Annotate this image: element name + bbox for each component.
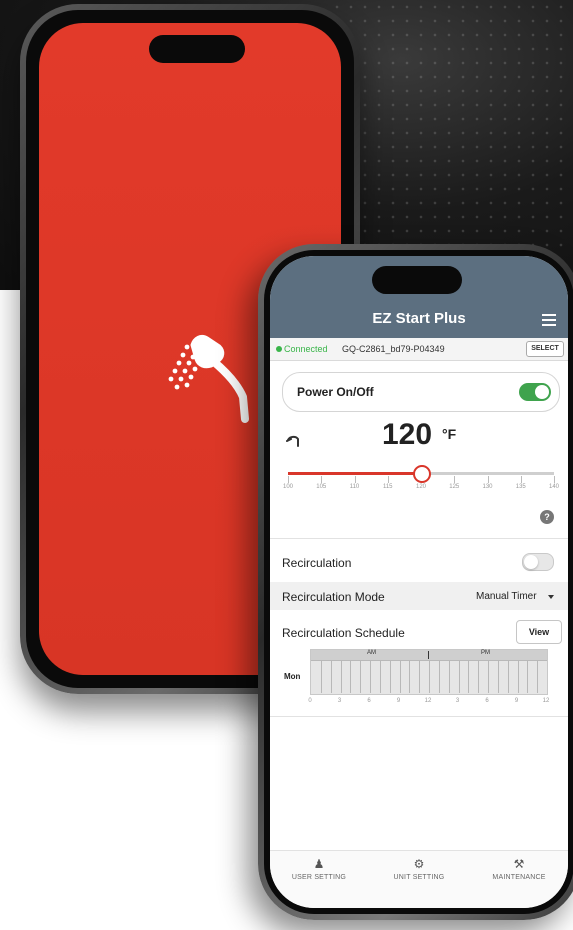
temperature-tick-label: 120: [415, 484, 426, 490]
schedule-hour-label: 9: [514, 698, 519, 704]
recirculation-mode-row[interactable]: Recirculation Mode Manual Timer: [270, 582, 568, 610]
temperature-tick: [520, 476, 522, 483]
schedule-hour-cell: [409, 661, 411, 693]
schedule-hour-label: 9: [396, 698, 401, 704]
temperature-tick-label: 110: [349, 484, 360, 490]
schedule-hour-label: 3: [337, 698, 342, 704]
pm-label: PM: [481, 650, 490, 656]
schedule-hour-cell: [399, 661, 401, 693]
nav-unit-setting[interactable]: ⚙ UNIT SETTING: [374, 857, 464, 881]
schedule-hour-cell: [379, 661, 381, 693]
network-dots-pattern: [330, 0, 573, 250]
app-title: EZ Start Plus: [372, 310, 466, 327]
view-schedule-button[interactable]: View: [516, 620, 562, 644]
schedule-hour-cell: [458, 661, 460, 693]
am-label: AM: [367, 650, 376, 656]
schedule-hour-cell: [340, 661, 342, 693]
schedule-hour-label: 12: [424, 698, 432, 704]
connected-status-dot: [276, 346, 282, 352]
schedule-hour-cell: [350, 661, 352, 693]
recirculation-label: Recirculation: [282, 556, 352, 570]
user-gear-icon: ♟: [313, 857, 325, 871]
temperature-tick-label: 140: [548, 484, 559, 490]
app-screen: EZ Start Plus Connected GQ-C2861_bd79-P0…: [270, 256, 568, 908]
divider: [270, 716, 568, 717]
schedule-hour-label: 6: [485, 698, 489, 704]
device-id: GQ-C2861_bd79-P04349: [342, 344, 445, 354]
temperature-tick-label: 130: [482, 484, 493, 490]
schedule-hour-cell: [419, 661, 421, 693]
hamburger-menu-icon[interactable]: [542, 314, 556, 326]
temperature-tick-label: 100: [282, 484, 293, 490]
temperature-tick-label: 105: [316, 484, 327, 490]
recirculation-schedule-label: Recirculation Schedule: [282, 626, 405, 640]
temperature-tick: [354, 476, 356, 483]
nav-label: USER SETTING: [291, 874, 347, 881]
connection-bar: Connected GQ-C2861_bd79-P04349 SELECT: [270, 338, 568, 361]
faucet-icon: [286, 435, 299, 447]
noon-marker: [428, 651, 429, 659]
schedule-hour-cell: [360, 661, 362, 693]
schedule-hour-cell: [488, 661, 489, 693]
recirculation-mode-select[interactable]: Manual Timer: [476, 591, 537, 602]
schedule-header: AM PM: [311, 650, 547, 661]
bottom-nav: ♟ USER SETTING ⚙ UNIT SETTING ⚒ MAINTENA…: [270, 850, 568, 908]
schedule-hour-cell: [389, 661, 391, 693]
temperature-slider-thumb[interactable]: [413, 465, 431, 483]
temperature-tick: [321, 476, 323, 483]
schedule-hour-label: 6: [367, 698, 371, 704]
chevron-down-icon[interactable]: [548, 595, 554, 599]
power-toggle[interactable]: [519, 383, 551, 401]
schedule-hour-cell: [478, 661, 480, 693]
schedule-hour-cell: [527, 661, 529, 693]
schedule-hour-cell: [468, 661, 470, 693]
schedule-hour-label: 0: [308, 698, 312, 704]
temperature-tick: [554, 476, 555, 483]
connection-status: Connected: [284, 344, 328, 354]
temperature-tick-label: 125: [449, 484, 460, 490]
schedule-hour-label: 12: [542, 698, 550, 704]
schedule-hour-cell: [537, 661, 539, 693]
temperature-slider-fill: [288, 472, 421, 475]
schedule-hour-cell: [438, 661, 440, 693]
temperature-unit: °F: [442, 426, 457, 442]
phone-app: EZ Start Plus Connected GQ-C2861_bd79-P0…: [258, 244, 573, 920]
temperature-tick: [487, 476, 489, 483]
help-icon[interactable]: ?: [540, 510, 554, 524]
shower-head-icon: [168, 334, 249, 423]
schedule-hour-label: 3: [455, 698, 460, 704]
select-device-button[interactable]: SELECT: [526, 341, 564, 357]
temperature-tick: [288, 476, 289, 483]
gear-icon: ⚙: [413, 857, 425, 871]
nav-maintenance[interactable]: ⚒ MAINTENANCE: [474, 857, 564, 881]
nav-label: UNIT SETTING: [393, 874, 445, 881]
temperature-value: 120: [382, 418, 433, 451]
schedule-bar[interactable]: AM PM: [310, 649, 548, 695]
nav-user-setting[interactable]: ♟ USER SETTING: [274, 857, 364, 881]
schedule-hour-cell: [497, 661, 499, 693]
divider: [270, 538, 568, 539]
temperature-tick: [387, 476, 389, 483]
tools-icon: ⚒: [513, 857, 525, 871]
dynamic-island: [372, 266, 462, 294]
temperature-tick-label: 135: [515, 484, 526, 490]
recirculation-mode-label: Recirculation Mode: [282, 590, 385, 604]
dynamic-island: [149, 35, 245, 63]
schedule-hour-cell: [429, 661, 430, 693]
nav-label: MAINTENANCE: [492, 874, 546, 881]
recirculation-toggle[interactable]: [522, 553, 554, 571]
schedule-hour-cell: [517, 661, 519, 693]
power-card: Power On/Off: [282, 372, 560, 412]
temperature-tick-label: 115: [382, 484, 393, 490]
schedule-hour-cell: [370, 661, 371, 693]
temperature-tick: [454, 476, 456, 483]
schedule-hour-cell: [507, 661, 509, 693]
power-label: Power On/Off: [297, 385, 374, 399]
schedule-hour-cell: [448, 661, 450, 693]
schedule-hour-cell: [320, 661, 322, 693]
schedule-day-label: Mon: [284, 672, 301, 681]
schedule-hour-cell: [330, 661, 332, 693]
